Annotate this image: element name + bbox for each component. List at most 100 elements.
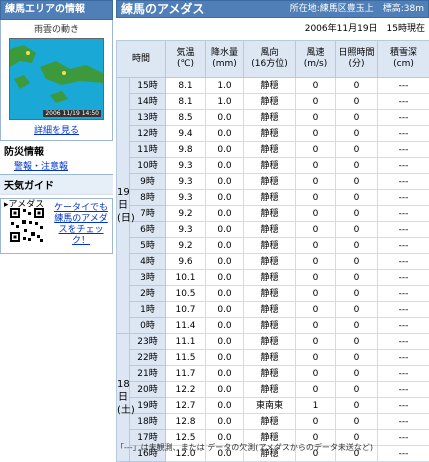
cell-hour: 1時 bbox=[130, 302, 166, 318]
cell-snow: --- bbox=[378, 110, 429, 126]
cell-speed: 1 bbox=[296, 398, 336, 414]
cell-snow: --- bbox=[378, 270, 429, 286]
cell-precip: 0.0 bbox=[206, 254, 244, 270]
cell-sun: 0 bbox=[336, 238, 378, 254]
cell-precip: 0.0 bbox=[206, 206, 244, 222]
cell-snow: --- bbox=[378, 286, 429, 302]
cell-temp: 8.1 bbox=[166, 94, 206, 110]
cell-hour: 14時 bbox=[130, 94, 166, 110]
table-row: 4時9.60.0静穏00--- bbox=[117, 254, 429, 270]
radar-map-image[interactable]: 2006 11/19 14:50 bbox=[9, 38, 104, 120]
cell-snow: --- bbox=[378, 142, 429, 158]
cell-temp: 11.5 bbox=[166, 350, 206, 366]
cell-temp: 9.6 bbox=[166, 254, 206, 270]
cell-sun: 0 bbox=[336, 158, 378, 174]
cell-dir: 東南東 bbox=[244, 398, 296, 414]
cell-sun: 0 bbox=[336, 286, 378, 302]
cell-speed: 0 bbox=[296, 366, 336, 382]
cell-speed: 0 bbox=[296, 302, 336, 318]
cell-snow: --- bbox=[378, 94, 429, 110]
cell-hour: 11時 bbox=[130, 142, 166, 158]
cell-dir: 静穏 bbox=[244, 222, 296, 238]
cell-hour: 21時 bbox=[130, 366, 166, 382]
cell-sun: 0 bbox=[336, 110, 378, 126]
alerts-link[interactable]: 警報・注意報 bbox=[14, 162, 68, 172]
table-row: 13時8.50.0静穏00--- bbox=[117, 110, 429, 126]
page-title: 練馬のアメダス bbox=[121, 2, 204, 16]
cell-sun: 0 bbox=[336, 398, 378, 414]
cell-speed: 0 bbox=[296, 350, 336, 366]
radar-title: 雨雲の動き bbox=[1, 20, 112, 36]
cell-snow: --- bbox=[378, 174, 429, 190]
cell-dir: 静穏 bbox=[244, 270, 296, 286]
cell-speed: 0 bbox=[296, 158, 336, 174]
sidebar: 練馬エリアの情報 雨雲の動き 2006 11/19 14:50 詳細を見る 防災… bbox=[0, 0, 113, 450]
cell-temp: 10.7 bbox=[166, 302, 206, 318]
column-header-wind-speed: 風速 (m/s) bbox=[296, 41, 336, 78]
cell-precip: 0.0 bbox=[206, 142, 244, 158]
cell-snow: --- bbox=[378, 302, 429, 318]
cell-snow: --- bbox=[378, 398, 429, 414]
cell-temp: 9.4 bbox=[166, 126, 206, 142]
cell-hour: 10時 bbox=[130, 158, 166, 174]
table-row: 2時10.50.0静穏00--- bbox=[117, 286, 429, 302]
cell-speed: 0 bbox=[296, 254, 336, 270]
cell-speed: 0 bbox=[296, 142, 336, 158]
cell-dir: 静穏 bbox=[244, 126, 296, 142]
footnote: 「---」は未観測、または データの欠測(アメダスからのデータ未送など) bbox=[116, 442, 373, 453]
cell-sun: 0 bbox=[336, 222, 378, 238]
radar-map-icon bbox=[10, 39, 103, 119]
cell-dir: 静穏 bbox=[244, 94, 296, 110]
cell-temp: 8.5 bbox=[166, 110, 206, 126]
cell-temp: 9.3 bbox=[166, 174, 206, 190]
cell-precip: 0.0 bbox=[206, 126, 244, 142]
cell-speed: 0 bbox=[296, 270, 336, 286]
table-row: 10時9.30.0静穏00--- bbox=[117, 158, 429, 174]
table-row: 6時9.30.0静穏00--- bbox=[117, 222, 429, 238]
cell-speed: 0 bbox=[296, 94, 336, 110]
column-header-temp: 気温 (℃) bbox=[166, 41, 206, 78]
mobile-check-link[interactable]: ケータイでも練馬のアメダスをチェック！ bbox=[51, 203, 111, 247]
cell-speed: 0 bbox=[296, 414, 336, 430]
cell-precip: 0.0 bbox=[206, 286, 244, 302]
column-header-precip: 降水量 (mm) bbox=[206, 41, 244, 78]
cell-hour: 13時 bbox=[130, 110, 166, 126]
details-link[interactable]: 詳細を見る bbox=[34, 126, 79, 136]
alerts-row: 警報・注意報 bbox=[0, 158, 113, 174]
cell-snow: --- bbox=[378, 446, 429, 462]
cell-dir: 静穏 bbox=[244, 318, 296, 334]
cell-sun: 0 bbox=[336, 302, 378, 318]
cell-sun: 0 bbox=[336, 270, 378, 286]
amedas-header: 練馬のアメダス 所在地:練馬区豊玉上 標高:38m bbox=[116, 0, 429, 18]
table-row: 7時9.20.0静穏00--- bbox=[117, 206, 429, 222]
observation-table: 時間 気温 (℃) 降水量 (mm) 風向 (16方位) 風速 (m/s) 日照… bbox=[116, 40, 429, 462]
column-header-wind-dir: 風向 (16方位) bbox=[244, 41, 296, 78]
cell-precip: 0.0 bbox=[206, 318, 244, 334]
day-label: 19日 (日) bbox=[117, 78, 130, 334]
cell-precip: 0.0 bbox=[206, 190, 244, 206]
cell-precip: 0.0 bbox=[206, 110, 244, 126]
radar-timestamp: 2006 11/19 14:50 bbox=[43, 110, 101, 117]
cell-precip: 1.0 bbox=[206, 78, 244, 94]
cell-hour: 3時 bbox=[130, 270, 166, 286]
table-row: 0時11.40.0静穏00--- bbox=[117, 318, 429, 334]
cell-precip: 0.0 bbox=[206, 222, 244, 238]
table-row: 14時8.11.0静穏00--- bbox=[117, 94, 429, 110]
location-info: 所在地:練馬区豊玉上 標高:38m bbox=[290, 3, 424, 15]
cell-precip: 0.0 bbox=[206, 334, 244, 350]
table-row: 19日 (日)15時8.11.0静穏00--- bbox=[117, 78, 429, 94]
cell-dir: 静穏 bbox=[244, 286, 296, 302]
cell-dir: 静穏 bbox=[244, 334, 296, 350]
cell-speed: 0 bbox=[296, 190, 336, 206]
table-header-row: 時間 気温 (℃) 降水量 (mm) 風向 (16方位) 風速 (m/s) 日照… bbox=[117, 41, 429, 78]
table-row: 20時12.20.0静穏00--- bbox=[117, 382, 429, 398]
cell-sun: 0 bbox=[336, 318, 378, 334]
cell-hour: 8時 bbox=[130, 190, 166, 206]
cell-precip: 0.0 bbox=[206, 350, 244, 366]
cell-hour: 2時 bbox=[130, 286, 166, 302]
cell-temp: 9.8 bbox=[166, 142, 206, 158]
cell-hour: 23時 bbox=[130, 334, 166, 350]
column-header-snow: 積雪深 (cm) bbox=[378, 41, 429, 78]
disaster-info-title: 防災情報 bbox=[0, 141, 113, 158]
cell-sun: 0 bbox=[336, 382, 378, 398]
